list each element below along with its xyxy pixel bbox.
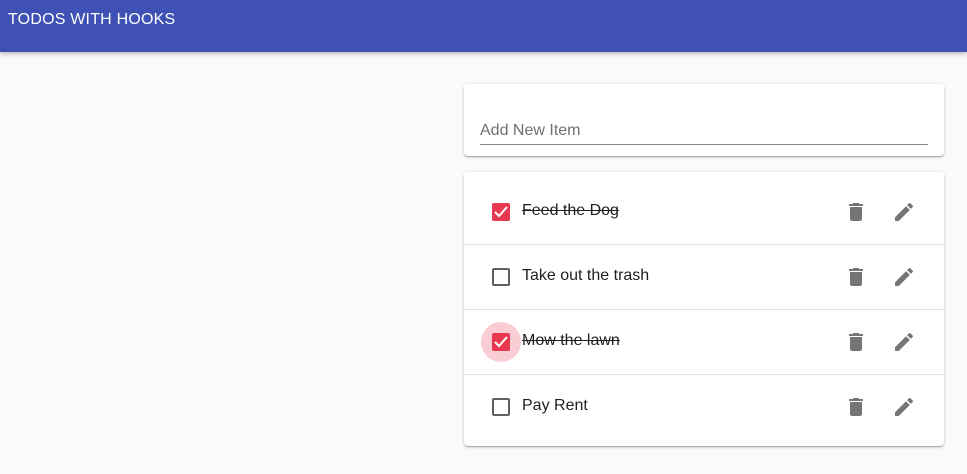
todo-checkbox[interactable] bbox=[492, 398, 510, 416]
edit-button[interactable] bbox=[892, 200, 916, 224]
todo-item: Mow the lawn bbox=[464, 310, 944, 375]
todo-label: Take out the trash bbox=[522, 267, 650, 284]
delete-button[interactable] bbox=[844, 395, 868, 419]
todo-label: Pay Rent bbox=[522, 397, 588, 414]
todo-list: Feed the Dog Take out the trash Mow the … bbox=[464, 172, 944, 446]
todo-label: Mow the lawn bbox=[522, 332, 620, 349]
edit-button[interactable] bbox=[892, 265, 916, 289]
delete-button[interactable] bbox=[844, 265, 868, 289]
todo-checkbox[interactable] bbox=[492, 333, 510, 351]
todo-item: Feed the Dog bbox=[464, 180, 944, 245]
add-item-card bbox=[464, 84, 944, 156]
pencil-icon bbox=[895, 202, 914, 221]
trash-icon bbox=[849, 398, 863, 416]
delete-button[interactable] bbox=[844, 200, 868, 224]
delete-button[interactable] bbox=[844, 330, 868, 354]
pencil-icon bbox=[895, 397, 914, 416]
app-title: TODOS WITH HOOKS bbox=[8, 11, 176, 28]
todo-item: Pay Rent bbox=[464, 375, 944, 439]
trash-icon bbox=[849, 268, 863, 286]
trash-icon bbox=[849, 333, 863, 351]
todo-label: Feed the Dog bbox=[522, 202, 619, 219]
checkmark-icon bbox=[494, 206, 508, 218]
trash-icon bbox=[849, 203, 863, 221]
pencil-icon bbox=[895, 332, 914, 351]
edit-button[interactable] bbox=[892, 395, 916, 419]
add-item-input[interactable] bbox=[480, 118, 928, 145]
todo-checkbox[interactable] bbox=[492, 203, 510, 221]
todo-item: Take out the trash bbox=[464, 245, 944, 310]
app-bar: TODOS WITH HOOKS bbox=[0, 0, 967, 52]
todo-checkbox[interactable] bbox=[492, 268, 510, 286]
edit-button[interactable] bbox=[892, 330, 916, 354]
pencil-icon bbox=[895, 267, 914, 286]
checkmark-icon bbox=[494, 336, 508, 348]
